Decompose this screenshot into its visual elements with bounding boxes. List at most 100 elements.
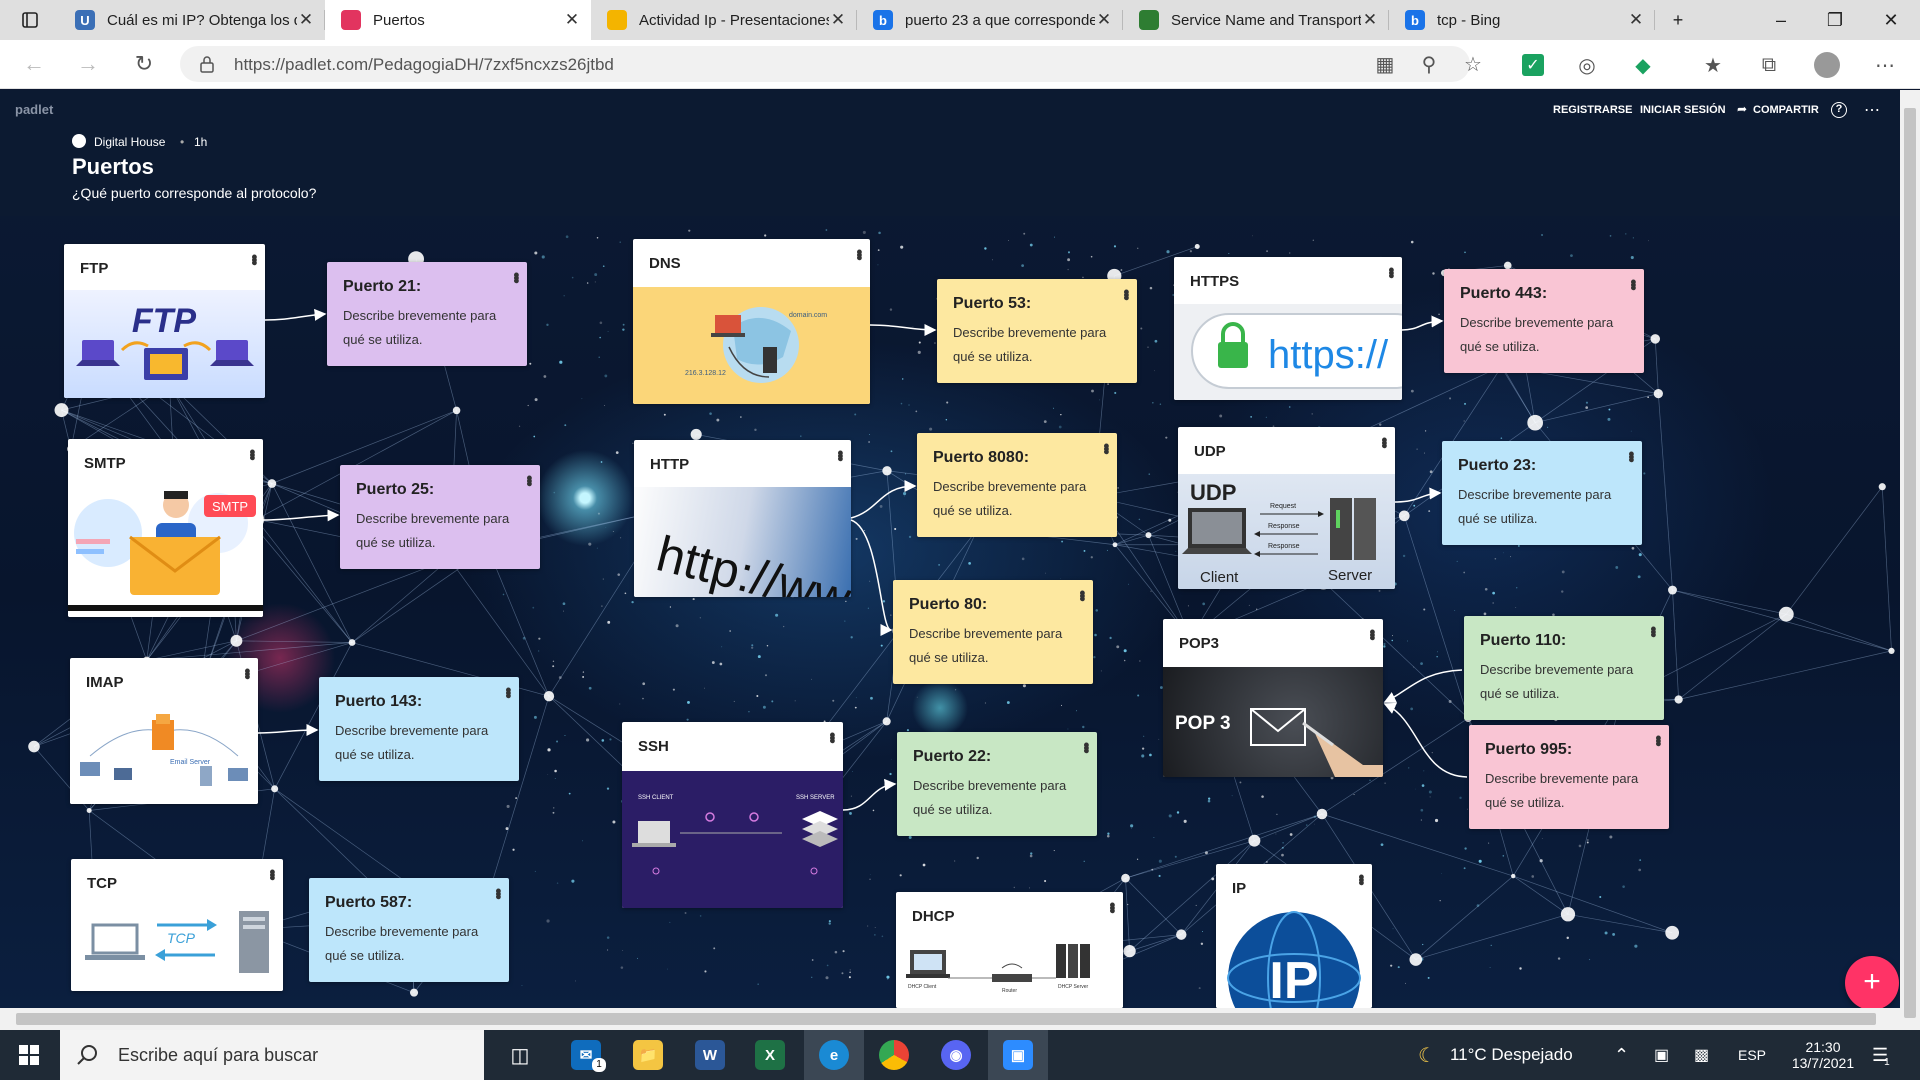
- zoom-app-icon[interactable]: ▣: [988, 1030, 1048, 1080]
- card-ftp[interactable]: FTP ••• FTP: [64, 244, 265, 398]
- tray-battery-icon[interactable]: ▩: [1694, 1030, 1709, 1080]
- note-menu-icon[interactable]: •••: [1117, 289, 1136, 298]
- edge-app-icon[interactable]: e: [804, 1030, 864, 1080]
- new-tab-button[interactable]: +: [1650, 0, 1706, 40]
- maximize-button[interactable]: ❐: [1806, 0, 1864, 40]
- favorites-icon[interactable]: ★: [1700, 52, 1726, 78]
- refresh-icon[interactable]: ↻: [128, 48, 160, 80]
- note-menu-icon[interactable]: •••: [1644, 626, 1663, 635]
- evernote-extension-icon[interactable]: ◆: [1630, 52, 1656, 78]
- profile-avatar[interactable]: [1814, 52, 1840, 78]
- card-dns[interactable]: DNS ••• domain.com 216.3.128.12: [633, 239, 870, 404]
- browser-tab[interactable]: b tcp - Bing ✕: [1389, 0, 1655, 40]
- card-imap[interactable]: IMAP ••• Email Server: [70, 658, 258, 804]
- tab-close-icon[interactable]: ✕: [829, 10, 847, 30]
- vertical-scroll-thumb[interactable]: [1904, 108, 1916, 1018]
- note-port-53[interactable]: Puerto 53: Describe brevemente para qué …: [937, 279, 1137, 383]
- card-menu-icon[interactable]: •••: [1363, 629, 1382, 638]
- browser-tab[interactable]: U Cuál es mi IP? Obtenga los detalles✕: [59, 0, 325, 40]
- note-menu-icon[interactable]: •••: [1622, 451, 1641, 460]
- back-icon[interactable]: ←: [18, 48, 50, 80]
- add-favorite-icon[interactable]: ☆: [1460, 51, 1486, 77]
- author-name[interactable]: Digital House: [94, 135, 165, 149]
- file-explorer-icon[interactable]: 📁: [620, 1030, 676, 1080]
- tab-close-icon[interactable]: ✕: [563, 10, 581, 30]
- checkmark-extension-icon[interactable]: ✓: [1520, 52, 1546, 78]
- mail-app-icon[interactable]: ✉ 1: [558, 1030, 614, 1080]
- zoom-icon[interactable]: ⚲: [1416, 51, 1442, 77]
- card-menu-icon[interactable]: •••: [1352, 874, 1371, 883]
- minimize-button[interactable]: –: [1752, 0, 1810, 40]
- note-port-21[interactable]: Puerto 21: Describe brevemente para qué …: [327, 262, 527, 366]
- padlet-logo[interactable]: padlet: [15, 102, 53, 117]
- collections-icon[interactable]: ⧉: [1756, 52, 1782, 78]
- note-menu-icon[interactable]: •••: [507, 272, 526, 281]
- help-icon[interactable]: ?: [1831, 102, 1847, 118]
- card-ip[interactable]: IP ••• IP: [1216, 864, 1372, 1008]
- add-post-button[interactable]: +: [1845, 956, 1899, 1008]
- chrome-app-icon[interactable]: [866, 1030, 922, 1080]
- tab-close-icon[interactable]: ✕: [297, 10, 315, 30]
- taskbar-search-box[interactable]: Escribe aquí para buscar: [60, 1030, 484, 1080]
- notifications-icon[interactable]: ☰ 1: [1872, 1030, 1890, 1080]
- note-port-25[interactable]: Puerto 25: Describe brevemente para qué …: [340, 465, 540, 569]
- login-link[interactable]: INICIAR SESIÓN: [1640, 104, 1726, 116]
- card-menu-icon[interactable]: •••: [850, 249, 869, 258]
- note-menu-icon[interactable]: •••: [1073, 590, 1092, 599]
- card-menu-icon[interactable]: •••: [1382, 267, 1401, 276]
- settings-menu-icon[interactable]: ⋯: [1872, 52, 1898, 78]
- note-port-8080[interactable]: Puerto 8080: Describe brevemente para qu…: [917, 433, 1117, 537]
- clock[interactable]: 21:30 13/7/2021: [1778, 1030, 1868, 1080]
- note-menu-icon[interactable]: •••: [499, 687, 518, 696]
- forward-icon[interactable]: →: [72, 48, 104, 80]
- note-port-587[interactable]: Puerto 587: Describe brevemente para qué…: [309, 878, 509, 982]
- close-window-button[interactable]: ✕: [1862, 0, 1920, 40]
- card-http[interactable]: HTTP ••• http://www: [634, 440, 851, 597]
- weather-widget[interactable]: ☾ 11°C Despejado: [1418, 1030, 1573, 1080]
- horizontal-scroll-thumb[interactable]: [16, 1013, 1876, 1025]
- note-menu-icon[interactable]: •••: [1077, 742, 1096, 751]
- card-menu-icon[interactable]: •••: [823, 732, 842, 741]
- note-menu-icon[interactable]: •••: [489, 888, 508, 897]
- card-ssh[interactable]: SSH ••• SSH CLIENT SSH SERVER: [622, 722, 843, 908]
- card-smtp[interactable]: SMTP ••• SMTP: [68, 439, 263, 617]
- note-port-443[interactable]: Puerto 443: Describe brevemente para qué…: [1444, 269, 1644, 373]
- note-menu-icon[interactable]: •••: [520, 475, 539, 484]
- language-indicator[interactable]: ESP: [1738, 1030, 1766, 1080]
- note-port-22[interactable]: Puerto 22: Describe brevemente para qué …: [897, 732, 1097, 836]
- note-port-23[interactable]: Puerto 23: Describe brevemente para qué …: [1442, 441, 1642, 545]
- note-port-995[interactable]: Puerto 995: Describe brevemente para qué…: [1469, 725, 1669, 829]
- card-tcp[interactable]: TCP ••• TCP: [71, 859, 283, 991]
- card-https[interactable]: HTTPS ••• https://: [1174, 257, 1402, 400]
- note-port-80[interactable]: Puerto 80: Describe brevemente para qué …: [893, 580, 1093, 684]
- address-bar[interactable]: https://padlet.com/PedagogiaDH/7zxf5ncxz…: [180, 46, 1482, 82]
- browser-tab[interactable]: Service Name and Transport ✕: [1123, 0, 1389, 40]
- card-menu-icon[interactable]: •••: [243, 449, 262, 458]
- vertical-scrollbar[interactable]: [1900, 90, 1920, 1030]
- note-menu-icon[interactable]: •••: [1097, 443, 1116, 452]
- word-app-icon[interactable]: W: [682, 1030, 738, 1080]
- browser-tab[interactable]: b puerto 23 a que corresponde ✕: [857, 0, 1123, 40]
- start-button[interactable]: [0, 1030, 58, 1080]
- browser-tab[interactable]: Actividad Ip - Presentaciones ✕: [591, 0, 857, 40]
- note-port-143[interactable]: Puerto 143: Describe brevemente para qué…: [319, 677, 519, 781]
- tab-close-icon[interactable]: ✕: [1627, 10, 1645, 30]
- tray-device-icon[interactable]: ▣: [1654, 1030, 1669, 1080]
- card-udp[interactable]: UDP ••• UDP Client Server Request Respon…: [1178, 427, 1395, 589]
- share-icon[interactable]: ➦: [1737, 102, 1747, 116]
- card-menu-icon[interactable]: •••: [245, 254, 264, 263]
- note-port-110[interactable]: Puerto 110: Describe brevemente para qué…: [1464, 616, 1664, 720]
- task-view-icon[interactable]: ◫: [492, 1030, 548, 1080]
- card-dhcp[interactable]: DHCP ••• DHCP Client Router DHCP Server: [896, 892, 1123, 1008]
- more-menu-icon[interactable]: ⋯: [1864, 100, 1880, 120]
- horizontal-scrollbar[interactable]: [0, 1008, 1900, 1030]
- register-link[interactable]: REGISTRARSE: [1553, 104, 1632, 116]
- tab-close-icon[interactable]: ✕: [1361, 10, 1379, 30]
- card-menu-icon[interactable]: •••: [238, 668, 257, 677]
- note-menu-icon[interactable]: •••: [1649, 735, 1668, 744]
- app-available-icon[interactable]: ▦: [1372, 51, 1398, 77]
- card-menu-icon[interactable]: •••: [831, 450, 850, 459]
- card-pop3[interactable]: POP3 ••• POP 3: [1163, 619, 1383, 777]
- tray-chevron-icon[interactable]: ⌃: [1614, 1030, 1629, 1080]
- card-menu-icon[interactable]: •••: [263, 869, 282, 878]
